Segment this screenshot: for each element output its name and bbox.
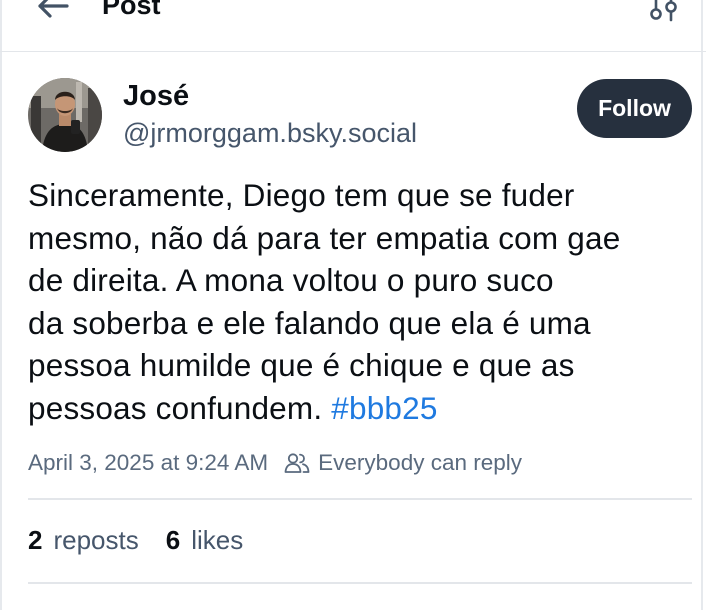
arrow-left-icon (38, 0, 69, 18)
divider (28, 582, 692, 584)
likes-label: likes (191, 525, 244, 555)
avatar[interactable] (28, 78, 102, 152)
thread-options-button[interactable] (646, 0, 682, 26)
post-text-line: de direita. A mona voltou o puro suco (28, 262, 554, 298)
post-text-line: mesmo, não dá para ter empatia com gae (28, 219, 621, 256)
reposts-stat[interactable]: 2 reposts (28, 525, 139, 556)
post-text: Sinceramente, Diego tem que se fuder mes… (28, 174, 700, 429)
post-text-last-line: pessoas confundem. #bbb25 (28, 387, 700, 430)
hashtag-link[interactable]: #bbb25 (331, 390, 437, 426)
likes-stat[interactable]: 6 likes (166, 525, 243, 556)
author-display-name[interactable]: José (123, 80, 189, 113)
back-button[interactable] (33, 0, 73, 26)
post-text-line: da soberba e ele falando que ela é uma (28, 304, 591, 341)
post-text-line: pessoas confundem. (28, 389, 323, 426)
reply-setting: Everybody can reply (318, 450, 523, 475)
follow-button[interactable]: Follow (577, 79, 692, 138)
post-timestamp[interactable]: April 3, 2025 at 9:24 AM (28, 450, 268, 476)
post-header: Post (0, 0, 706, 52)
divider (28, 498, 692, 500)
reposts-label: reposts (53, 525, 139, 555)
post-text-line: Sinceramente, Diego tem que se fuder (28, 177, 575, 213)
reposts-count: 2 (28, 525, 43, 555)
post-stats: 2 reposts 6 likes (28, 525, 270, 556)
page-title: Post (102, 0, 161, 20)
likes-count: 6 (165, 525, 181, 555)
avatar-photo (28, 78, 102, 152)
author-handle[interactable]: @jrmorggam.bsky.social (123, 118, 417, 149)
people-icon (284, 452, 310, 474)
post-meta: April 3, 2025 at 9:24 AM Everybody can r… (28, 448, 522, 478)
post-text-line: pessoa humilde que é chique e que as (28, 347, 575, 383)
sliders-icon (650, 0, 677, 22)
